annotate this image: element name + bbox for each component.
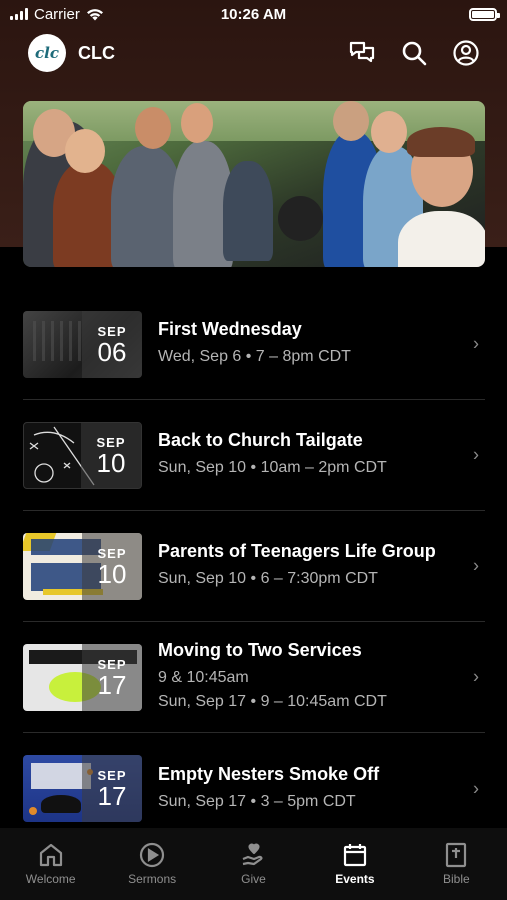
tab-events[interactable]: Events [304, 828, 405, 900]
account-icon[interactable] [453, 40, 479, 66]
event-title: First Wednesday [158, 319, 302, 339]
tab-bar: Welcome Sermons Give Events Bible [0, 828, 507, 900]
event-thumbnail: SEP 17 [23, 755, 142, 822]
app-header: clc CLC [0, 30, 507, 76]
event-time: Sun, Sep 17 • 9 – 10:45am CDT [158, 693, 387, 710]
event-title: Parents of Teenagers Life Group [158, 541, 436, 561]
event-time: Sun, Sep 10 • 6 – 7:30pm CDT [158, 570, 378, 587]
event-time: Sun, Sep 10 • 10am – 2pm CDT [158, 459, 387, 476]
app-title: CLC [78, 42, 115, 63]
play-icon [140, 842, 165, 868]
event-thumbnail: SEP 10 [23, 421, 142, 489]
event-item-two-services[interactable]: SEP 17 Moving to Two Services 9 & 10:45a… [23, 622, 485, 733]
chevron-right-icon: › [473, 555, 479, 576]
event-title: Back to Church Tailgate [158, 430, 363, 450]
status-time: 10:26 AM [220, 5, 287, 23]
search-icon[interactable] [401, 40, 427, 66]
messages-icon[interactable] [349, 41, 375, 65]
event-title: Empty Nesters Smoke Off [158, 763, 380, 784]
event-title: Moving to Two Services [158, 640, 362, 660]
event-item-tailgate[interactable]: SEP 10 Back to Church Tailgate Sun, Sep … [23, 400, 485, 511]
chevron-right-icon: › [473, 444, 479, 465]
tab-welcome[interactable]: Welcome [0, 828, 101, 900]
calendar-icon [343, 844, 367, 867]
event-item-first-wednesday[interactable]: SEP 06 First Wednesday Wed, Sep 6 • 7 – … [23, 289, 485, 400]
status-bar: Carrier 10:26 AM [0, 0, 507, 28]
event-thumbnail: SEP 06 [23, 310, 142, 378]
home-icon [39, 843, 62, 867]
chevron-right-icon: › [473, 333, 479, 354]
event-thumbnail: SEP 10 [23, 532, 142, 600]
event-subtitle: 9 & 10:45am [158, 669, 249, 686]
event-time: Sun, Sep 17 • 3 – 5pm CDT [158, 792, 356, 810]
signal-icon [10, 8, 28, 20]
tab-sermons[interactable]: Sermons [101, 828, 202, 900]
events-list: SEP 06 First Wednesday Wed, Sep 6 • 7 – … [23, 289, 485, 844]
carrier-label: Carrier [34, 5, 80, 23]
give-icon [242, 843, 262, 866]
event-thumbnail: SEP 17 [23, 643, 142, 711]
event-item-parents-of-teenagers[interactable]: SEP 10 Parents of Teenagers Life Group S… [23, 511, 485, 622]
wifi-icon [86, 8, 103, 20]
tab-bible[interactable]: Bible [406, 828, 507, 900]
church-logo: clc [28, 34, 66, 72]
hero-image [23, 101, 485, 267]
bible-icon [446, 842, 467, 868]
event-time: Wed, Sep 6 • 7 – 8pm CDT [158, 348, 351, 365]
tab-give[interactable]: Give [203, 828, 304, 900]
battery-icon [469, 7, 500, 21]
chevron-right-icon: › [473, 666, 479, 687]
chevron-right-icon: › [473, 778, 479, 798]
